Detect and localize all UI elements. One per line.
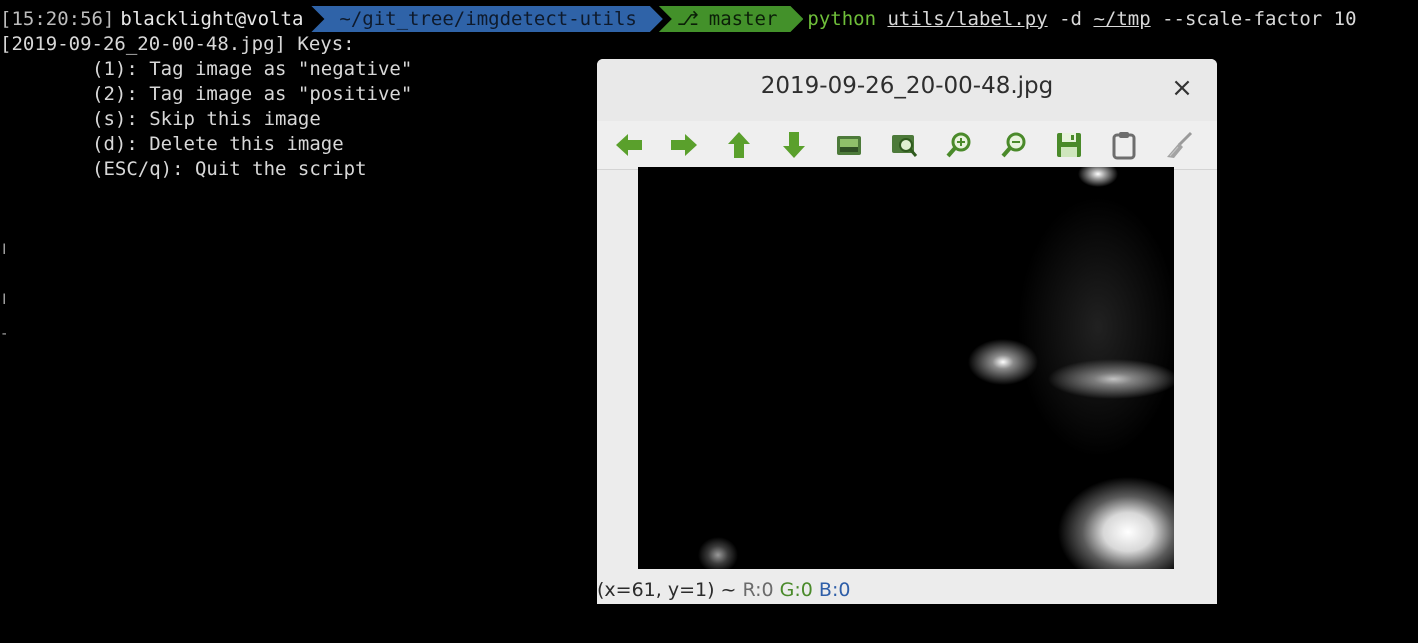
output-header: [2019-09-26_20-00-48.jpg] Keys: (0, 33, 355, 55)
viewer-title: 2019-09-26_20-00-48.jpg (760, 73, 1054, 99)
command-script: utils/label.py (887, 7, 1048, 30)
status-green: G:0 (779, 579, 813, 601)
prompt-path-segment: ~/git_tree/imgdetect-utils (311, 6, 662, 32)
zoom-fit-icon (892, 135, 918, 157)
prompt-timestamp: [15:20:56] (0, 7, 115, 30)
command-executable: python (807, 7, 877, 30)
image-content (1078, 167, 1118, 187)
brush-icon (1167, 131, 1193, 158)
zoom-out-button[interactable] (996, 127, 1032, 163)
key-help-line: (d): Delete this image (92, 133, 344, 155)
fit-image-icon (837, 136, 861, 155)
zoom-in-button[interactable] (941, 127, 977, 163)
brush-button[interactable] (1161, 127, 1197, 163)
close-button[interactable]: × (1169, 73, 1195, 103)
image-content (1058, 477, 1174, 569)
save-button[interactable] (1051, 127, 1087, 163)
arrow-left-button[interactable] (611, 127, 647, 163)
key-help-line: (ESC/q): Quit the script (92, 158, 367, 180)
image-canvas[interactable] (638, 167, 1174, 569)
command-args: --scale-factor 10 (1162, 7, 1357, 30)
command-flag: -d (1059, 7, 1082, 30)
prompt-branch-segment: ⎇ master (659, 6, 804, 32)
viewer-titlebar[interactable]: 2019-09-26_20-00-48.jpg × (597, 59, 1217, 121)
arrow-down-icon (783, 132, 805, 158)
image-viewer-window: 2019-09-26_20-00-48.jpg × (x=61, y=1) ~ … (597, 59, 1217, 604)
status-blue: B:0 (818, 579, 851, 601)
zoom-fit-button[interactable] (886, 127, 922, 163)
prompt-user-host: blacklight@volta (120, 7, 304, 30)
shell-command: python utils/label.py -d ~/tmp --scale-f… (807, 7, 1356, 32)
arrow-right-button[interactable] (666, 127, 702, 163)
command-dir: ~/tmp (1093, 7, 1151, 30)
terminal-artifact: ǀ (0, 242, 9, 258)
zoom-in-icon (946, 132, 971, 158)
status-coords: (x=61, y=1) ~ (597, 579, 743, 601)
viewer-statusbar: (x=61, y=1) ~ R:0 G:0 B:0 (597, 577, 1217, 604)
key-help-line: (2): Tag image as "positive" (92, 83, 413, 105)
key-help-line: (1): Tag image as "negative" (92, 58, 413, 80)
terminal-artifact: - (0, 326, 9, 342)
arrow-down-button[interactable] (776, 127, 812, 163)
clipboard-icon (1112, 132, 1136, 160)
arrow-right-icon (671, 134, 697, 156)
viewer-toolbar (597, 121, 1217, 170)
clipboard-button[interactable] (1106, 127, 1142, 163)
arrow-left-icon (616, 134, 642, 156)
save-icon (1057, 133, 1081, 157)
terminal-artifact: ǀ (0, 292, 9, 308)
arrow-up-button[interactable] (721, 127, 757, 163)
git-branch-icon: ⎇ (676, 8, 699, 30)
status-red: R:0 (742, 579, 774, 601)
prompt-branch-name: master (708, 8, 778, 30)
shell-prompt: [15:20:56] blacklight@volta ~/git_tree/i… (0, 6, 1357, 32)
fit-image-button[interactable] (831, 127, 867, 163)
image-content (698, 537, 738, 569)
zoom-out-icon (1001, 132, 1026, 158)
key-help-line: (s): Skip this image (92, 108, 321, 130)
image-content (1018, 197, 1174, 457)
arrow-up-icon (728, 132, 750, 158)
